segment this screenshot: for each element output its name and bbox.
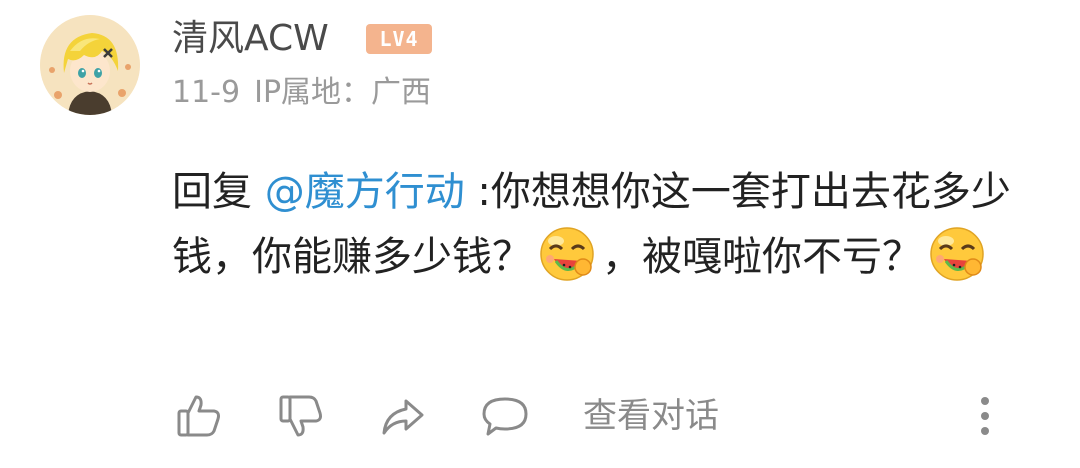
- more-vertical-icon[interactable]: [970, 393, 1000, 439]
- ip-location: IP属地：广西: [254, 75, 432, 110]
- comment-text: 回复 @魔方行动 :你想想你这一套打出去花多少钱，你能赚多少钱？ ，被嘎啦你不亏？: [172, 160, 1032, 290]
- watermelon-laugh-emoji: [538, 225, 596, 283]
- view-conversation-button[interactable]: 查看对话: [583, 393, 719, 439]
- level-badge-text: LV4: [379, 27, 419, 51]
- username[interactable]: 清风ACW: [172, 14, 329, 64]
- comment-meta: 11-9 IP属地：广西: [172, 72, 431, 114]
- mention-link[interactable]: @魔方行动: [265, 169, 465, 215]
- comment-bubble-icon[interactable]: [480, 391, 530, 441]
- comment-action-bar: 查看对话: [0, 385, 1080, 445]
- watermelon-laugh-emoji: [928, 225, 986, 283]
- comment-date: 11-9: [172, 75, 241, 110]
- share-icon[interactable]: [378, 391, 428, 441]
- level-badge: LV4: [366, 24, 432, 54]
- thumbs-up-icon[interactable]: [174, 391, 224, 441]
- comment-text-part2: ，被嘎啦你不亏？: [602, 234, 922, 280]
- reply-prefix: 回复: [172, 169, 265, 215]
- thumbs-down-icon[interactable]: [276, 391, 326, 441]
- user-avatar[interactable]: [40, 15, 140, 115]
